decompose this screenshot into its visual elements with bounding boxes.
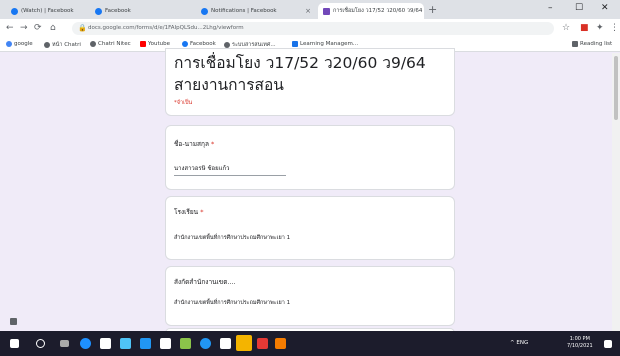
form-title: การเชื่อมโยง ว17/52 ว20/60 ว9/64 สายงานก… — [174, 54, 426, 94]
name-input[interactable]: นางสาวอรษิ ช้อยแก้ว — [174, 163, 286, 176]
bookmark-youtube[interactable]: Youtube — [140, 41, 170, 47]
bookmark-facebook[interactable]: Facebook — [182, 41, 216, 47]
new-tab-button[interactable]: + — [428, 3, 437, 16]
bookmark-google[interactable]: google — [6, 41, 33, 47]
photos-icon[interactable] — [180, 338, 191, 349]
tab-facebook[interactable]: Facebook — [90, 3, 170, 19]
windows-start-icon[interactable] — [10, 339, 19, 348]
app-icon[interactable] — [257, 338, 268, 349]
system-tray[interactable]: ^ ENG — [510, 340, 528, 346]
question-card-name — [165, 125, 455, 190]
globe-icon — [44, 42, 50, 48]
bookmark-chatri-nitec[interactable]: Chatri Nitec — [90, 41, 131, 47]
facebook-icon — [95, 7, 102, 15]
feedback-icon[interactable] — [10, 318, 17, 325]
reload-icon[interactable]: ⟳ — [34, 23, 42, 33]
facebook-icon — [182, 41, 188, 47]
reading-list[interactable]: Reading list — [572, 41, 612, 47]
reading-list-icon — [572, 41, 578, 47]
required-note: *จำเป็น — [174, 100, 193, 106]
home-icon[interactable]: ⌂ — [50, 23, 56, 33]
close-tab-icon[interactable]: × — [305, 7, 311, 15]
back-icon[interactable]: ← — [6, 23, 14, 33]
question-card-office — [165, 266, 455, 326]
puzzle-icon[interactable]: ✦ — [596, 23, 604, 33]
facebook-icon — [11, 7, 18, 15]
tab-google-form[interactable]: การเชื่อมโยง ว17/52 ว20/60 ว9/64 - x — [318, 3, 424, 19]
bookmark-learning[interactable]: Learning Managem... — [292, 41, 358, 47]
file-explorer-icon[interactable] — [275, 338, 286, 349]
document-icon — [292, 41, 298, 47]
settings-icon[interactable] — [220, 338, 231, 349]
scrollbar-thumb[interactable] — [614, 56, 618, 120]
taskbar: ^ ENG 1:00 PM 7/10/2021 — [0, 331, 620, 356]
mail-icon[interactable] — [140, 338, 151, 349]
google-icon — [6, 41, 12, 47]
forms-icon — [323, 7, 330, 15]
notification-icon[interactable] — [604, 340, 612, 348]
question-label-school: โรงเรียน * — [174, 208, 204, 216]
app-icon[interactable] — [120, 338, 131, 349]
question-label-name: ชื่อ-นามสกุล * — [174, 140, 215, 148]
lock-icon: 🔒 — [78, 24, 87, 32]
school-select[interactable]: สำนักงานเขตพื้นที่การศึกษาประถมศึกษาพะเย… — [174, 234, 290, 242]
youtube-icon — [140, 41, 146, 47]
question-label-office: สังกัดสำนักงานเขต.... — [174, 278, 236, 286]
store-icon[interactable] — [100, 338, 111, 349]
task-view-icon[interactable] — [60, 340, 69, 347]
tab-strip: (Watch) | Facebook Facebook Notification… — [0, 0, 620, 19]
edge-icon[interactable] — [80, 338, 91, 349]
calendar-icon[interactable] — [160, 338, 171, 349]
menu-icon[interactable]: ⋮ — [610, 23, 619, 33]
forward-icon[interactable]: → — [20, 23, 28, 33]
search-icon[interactable] — [36, 339, 45, 348]
url-text: docs.google.com/forms/d/e/1FAIpQLSdu...2… — [88, 25, 244, 31]
address-bar[interactable]: 🔒 docs.google.com/forms/d/e/1FAIpQLSdu..… — [72, 22, 554, 35]
clock[interactable]: 1:00 PM 7/10/2021 — [567, 336, 593, 350]
minimize-button[interactable]: – — [548, 3, 553, 13]
office-select[interactable]: สำนักงานเขตพื้นที่การศึกษาประถมศึกษาพะเย… — [174, 299, 290, 307]
maximize-button[interactable]: ☐ — [575, 3, 583, 13]
browser-toolbar: ← → ⟳ ⌂ 🔒 docs.google.com/forms/d/e/1FAI… — [0, 19, 620, 38]
tab-facebook-watch[interactable]: (Watch) | Facebook — [6, 3, 86, 19]
facebook-icon — [201, 7, 208, 15]
chrome-icon[interactable] — [236, 335, 252, 351]
globe-icon — [90, 41, 96, 47]
star-icon[interactable]: ☆ — [562, 23, 570, 33]
app-icon[interactable] — [200, 338, 211, 349]
bookmark-chatri[interactable]: หน้า Chatri — [44, 41, 81, 49]
tab-notifications[interactable]: Notifications | Facebook × — [196, 3, 316, 19]
extension-icon[interactable]: ■ — [580, 23, 589, 33]
close-window-button[interactable]: ✕ — [601, 3, 609, 13]
question-card-school — [165, 196, 455, 260]
